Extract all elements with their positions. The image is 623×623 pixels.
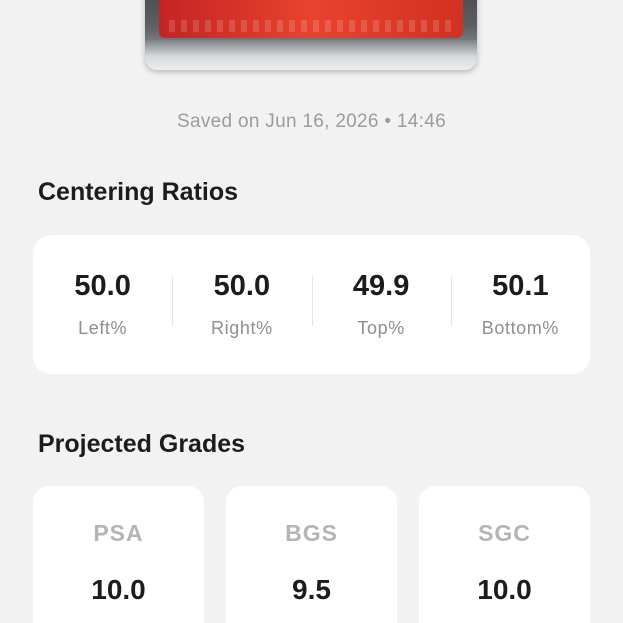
grade-company: PSA xyxy=(93,520,144,546)
grade-card-psa[interactable]: PSA 10.0 xyxy=(33,486,204,623)
grade-score: 10.0 xyxy=(477,574,532,605)
grade-company: SGC xyxy=(478,520,531,546)
grade-card-bgs[interactable]: BGS 9.5 xyxy=(226,486,397,623)
ratio-label: Left% xyxy=(78,318,128,338)
ratio-value: 50.1 xyxy=(492,270,549,302)
card-slab-image[interactable] xyxy=(145,0,477,70)
ratio-right: 50.0 Right% xyxy=(172,270,311,339)
grade-score: 9.5 xyxy=(292,574,331,605)
ratio-label: Right% xyxy=(211,318,273,338)
ratio-value: 50.0 xyxy=(213,270,271,302)
ratio-label: Top% xyxy=(357,318,405,338)
ratio-left: 50.0 Left% xyxy=(33,270,172,339)
ratio-label: Bottom% xyxy=(481,318,559,338)
grade-company: BGS xyxy=(285,520,338,546)
centering-ratios-title: Centering Ratios xyxy=(38,178,239,206)
ratio-value: 50.0 xyxy=(74,270,131,302)
ratio-value: 49.9 xyxy=(352,270,410,302)
scan-detail-page: Saved on Jun 16, 2026 • 14:46 Centering … xyxy=(0,0,623,623)
centering-ratios-card: 50.0 Left% 50.0 Right% 49.9 Top% 50.1 Bo… xyxy=(33,235,590,374)
grade-score: 10.0 xyxy=(91,574,146,605)
projected-grades-title: Projected Grades xyxy=(38,430,246,458)
card-artwork xyxy=(159,0,463,38)
ratio-bottom: 50.1 Bottom% xyxy=(450,270,590,339)
saved-timestamp: Saved on Jun 16, 2026 • 14:46 xyxy=(177,111,446,132)
projected-grades-row: PSA 10.0 BGS 9.5 SGC 10.0 xyxy=(33,486,590,623)
grade-card-sgc[interactable]: SGC 10.0 xyxy=(419,486,590,623)
slab-edge xyxy=(145,40,477,70)
ratio-top: 49.9 Top% xyxy=(311,270,451,339)
